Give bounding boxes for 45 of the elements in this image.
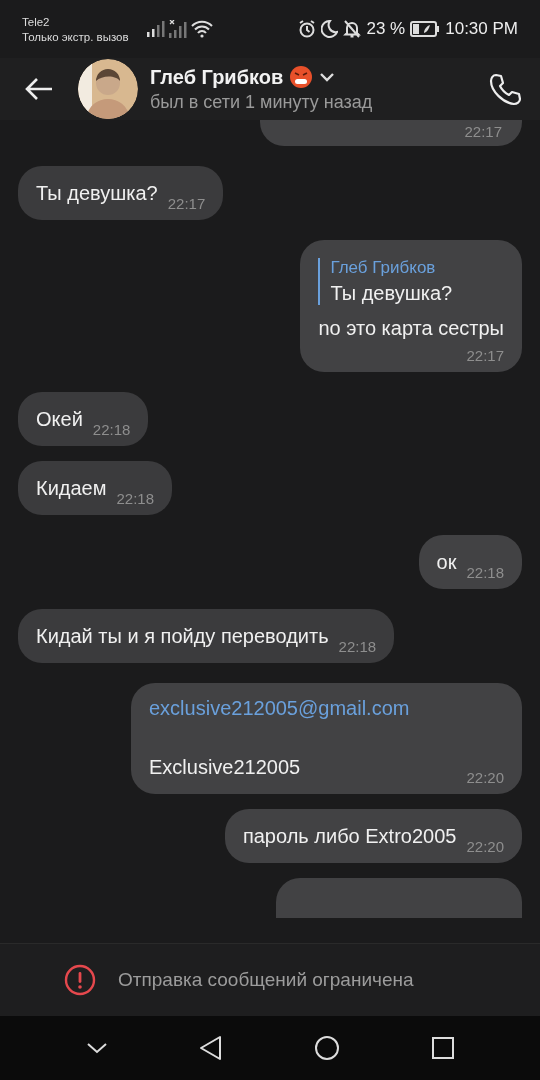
- phone-icon[interactable]: [488, 72, 522, 106]
- email-link[interactable]: exclusive212005@gmail.com: [149, 697, 410, 720]
- clock: 10:30 PM: [445, 19, 518, 39]
- message-time: 22:18: [116, 490, 155, 507]
- moon-icon: [321, 20, 339, 38]
- message-text: Ты девушка?: [36, 181, 158, 206]
- battery-icon: [410, 21, 441, 37]
- muted-bell-icon: [343, 20, 362, 38]
- message-time: 22:18: [466, 564, 504, 581]
- message-time: 22:17: [167, 195, 206, 212]
- home-icon[interactable]: [313, 1035, 340, 1061]
- last-seen-status: был в сети 1 минуту назад: [150, 92, 373, 113]
- network-note: Только экстр. вызов: [22, 30, 129, 43]
- message-text: Кидай ты и я пойду переводить: [36, 624, 329, 649]
- avatar[interactable]: [78, 59, 138, 119]
- wifi-icon: [190, 20, 213, 38]
- warning-icon: [64, 964, 96, 996]
- no-signal-icon: [168, 20, 187, 38]
- battery-percent: 23 %: [366, 19, 406, 39]
- message-text: no это карта сестры: [318, 316, 504, 341]
- message-text: Кидаем: [36, 476, 107, 501]
- chevron-down-icon[interactable]: [319, 72, 336, 82]
- message-time: 22:18: [92, 421, 131, 438]
- message-time: 22:20: [466, 838, 504, 855]
- carrier-name: Tele2: [22, 15, 51, 28]
- message-time: 22:18: [338, 638, 377, 655]
- back-icon[interactable]: [198, 1035, 223, 1061]
- message-time: 22:17: [466, 347, 504, 364]
- message-time: 22:20: [466, 769, 504, 786]
- message-text: Окей: [36, 407, 83, 432]
- recents-icon[interactable]: [430, 1036, 455, 1060]
- quote-author: Глеб Грибков: [330, 258, 437, 278]
- quote-text: Ты девушка?: [330, 282, 454, 305]
- alarm-icon: [298, 20, 317, 38]
- angry-face-icon: [289, 65, 314, 89]
- signal-icon: [146, 21, 165, 37]
- message-time: 22:17: [464, 123, 502, 140]
- back-arrow-icon[interactable]: [24, 77, 54, 101]
- message-text: ок: [436, 550, 457, 575]
- message-text: пароль либо Extro2005: [242, 824, 457, 849]
- message-text: Exclusive212005: [149, 755, 301, 780]
- restriction-notice: Отправка сообщений ограничена: [118, 969, 414, 991]
- collapse-icon[interactable]: [85, 1041, 108, 1055]
- contact-name: Глеб Грибков: [150, 65, 284, 89]
- reply-quote[interactable]: Глеб Грибков Ты девушка?: [318, 258, 504, 305]
